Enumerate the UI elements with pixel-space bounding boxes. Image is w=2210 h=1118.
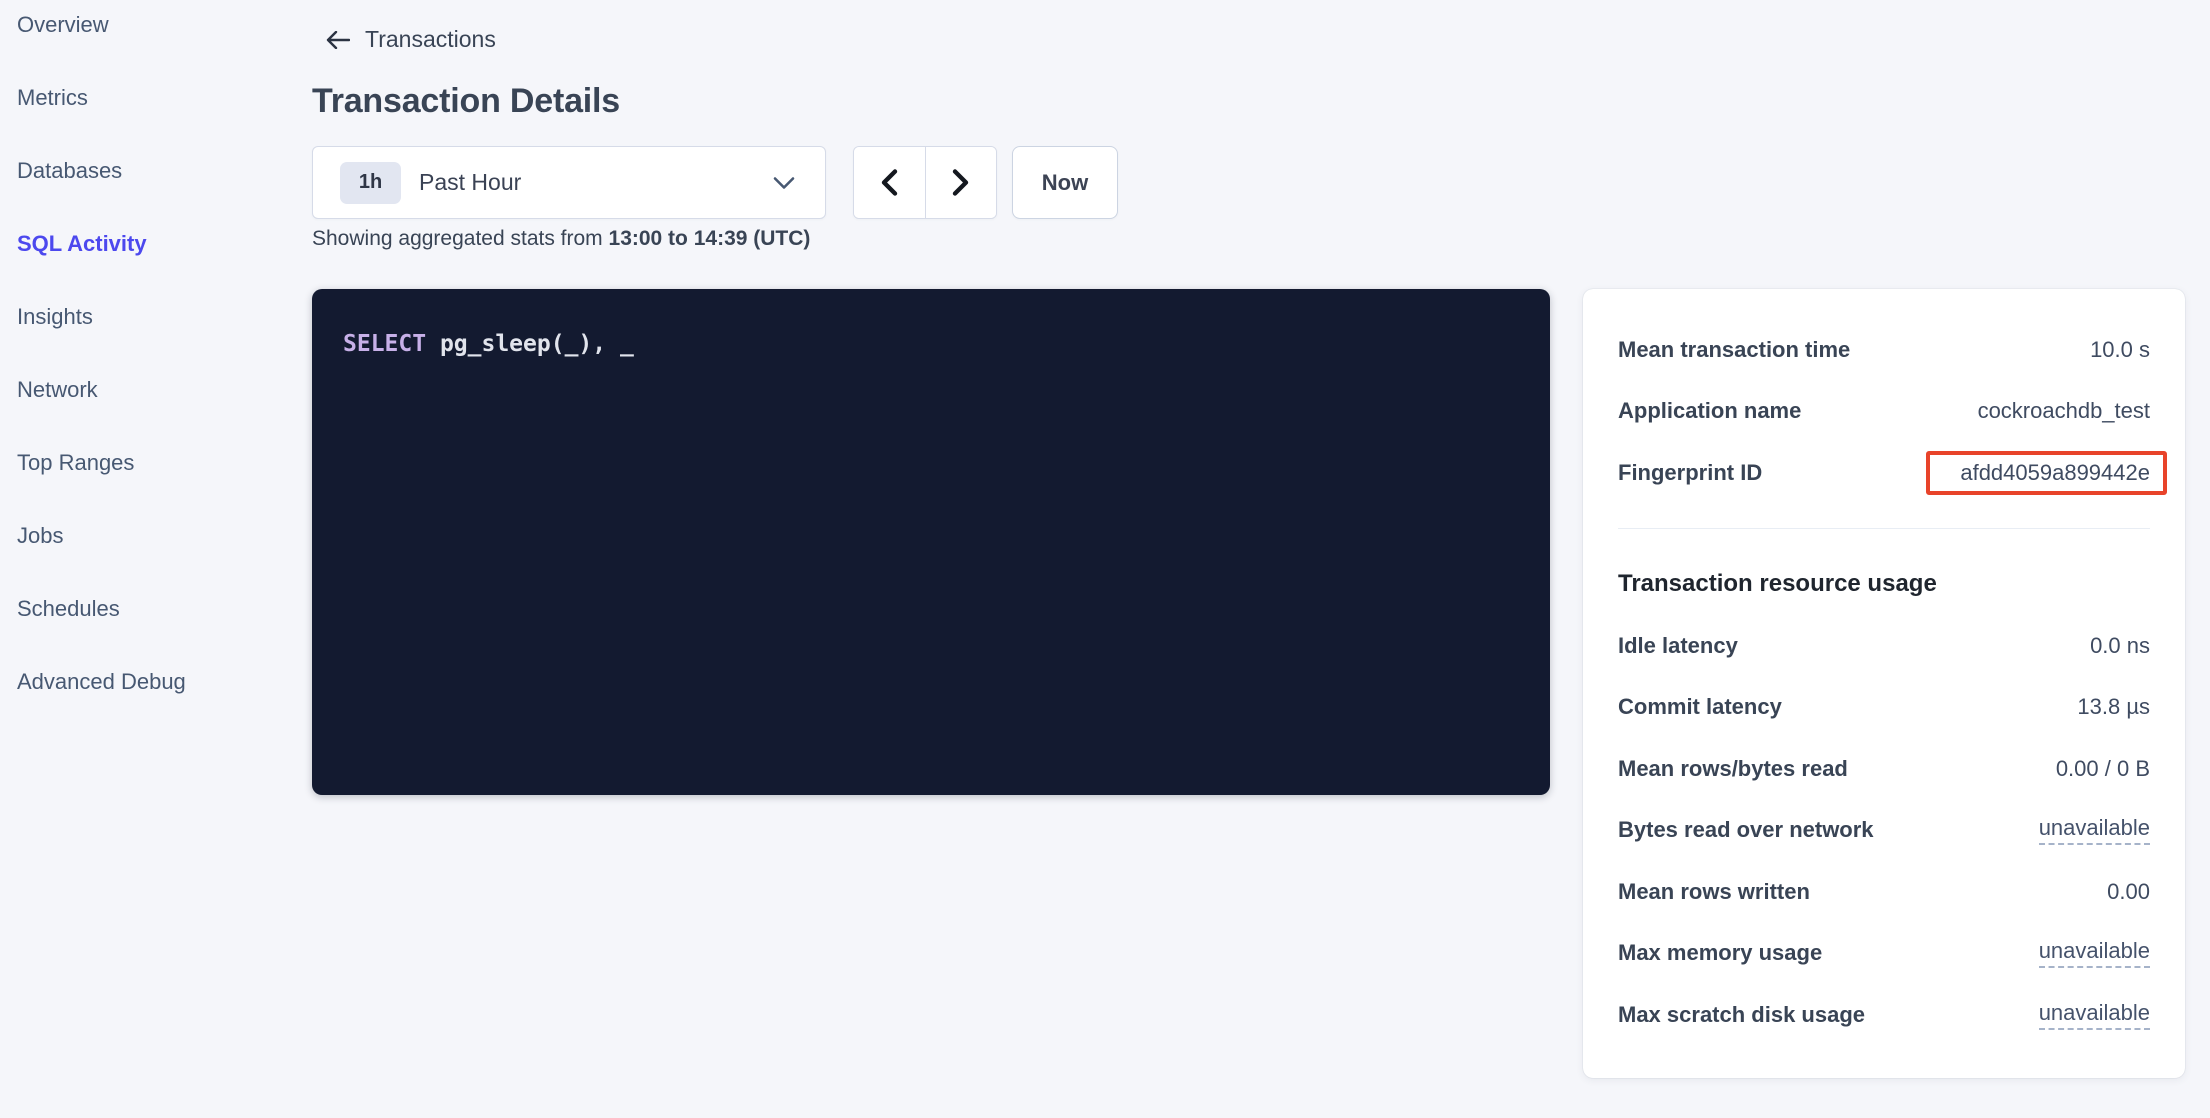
stat-label-commit-latency: Commit latency bbox=[1618, 694, 1782, 720]
stat-row-bytes-read-over-network: Bytes read over network unavailable bbox=[1618, 800, 2150, 862]
transaction-summary-card: Mean transaction time 10.0 s Application… bbox=[1583, 289, 2185, 1078]
sidebar-item-advanced-debug[interactable]: Advanced Debug bbox=[0, 645, 295, 718]
previous-range-button[interactable] bbox=[854, 147, 926, 218]
time-range-dropdown[interactable]: 1h Past Hour bbox=[312, 146, 826, 219]
sql-keyword: SELECT bbox=[343, 331, 426, 357]
aggregation-period-prefix: Showing aggregated stats from bbox=[312, 227, 609, 250]
stat-label-mean-rows-written: Mean rows written bbox=[1618, 879, 1810, 905]
stat-row-max-scratch-disk-usage: Max scratch disk usage unavailable bbox=[1618, 984, 2150, 1046]
stat-row-mean-rows-bytes-read: Mean rows/bytes read 0.00 / 0 B bbox=[1618, 738, 2150, 800]
sidebar-item-overview[interactable]: Overview bbox=[0, 0, 295, 61]
sql-statement-box: SELECT pg_sleep(_), _ bbox=[312, 289, 1550, 795]
sql-statement: SELECT pg_sleep(_), _ bbox=[343, 329, 1519, 359]
aggregation-period-range: 13:00 to 14:39 (UTC) bbox=[609, 227, 811, 250]
chevron-right-icon bbox=[952, 169, 969, 196]
now-button[interactable]: Now bbox=[1012, 146, 1118, 219]
sidebar-item-jobs[interactable]: Jobs bbox=[0, 499, 295, 572]
fingerprint-id-highlight-box: afdd4059a899442e bbox=[1926, 451, 2167, 495]
card-divider bbox=[1618, 528, 2150, 529]
stat-value-commit-latency: 13.8 µs bbox=[2077, 694, 2150, 720]
stat-label-application-name: Application name bbox=[1618, 398, 1801, 424]
back-arrow-icon[interactable] bbox=[326, 31, 350, 49]
stat-row-mean-transaction-time: Mean transaction time 10.0 s bbox=[1618, 319, 2150, 381]
stat-label-max-scratch-disk-usage: Max scratch disk usage bbox=[1618, 1002, 1865, 1028]
sql-statement-text: pg_sleep(_), _ bbox=[426, 331, 634, 357]
next-range-button[interactable] bbox=[926, 147, 997, 218]
stat-value-mean-transaction-time: 10.0 s bbox=[2090, 337, 2150, 363]
sidebar-item-top-ranges[interactable]: Top Ranges bbox=[0, 426, 295, 499]
sidebar-item-databases[interactable]: Databases bbox=[0, 134, 295, 207]
page-title: Transaction Details bbox=[312, 82, 620, 121]
resource-usage-rows: Idle latency 0.0 ns Commit latency 13.8 … bbox=[1618, 615, 2150, 1046]
sidebar-item-sql-activity[interactable]: SQL Activity bbox=[0, 207, 295, 280]
time-range-label: Past Hour bbox=[419, 169, 521, 196]
stat-value-bytes-read-over-network[interactable]: unavailable bbox=[2039, 815, 2150, 845]
stat-label-max-memory-usage: Max memory usage bbox=[1618, 940, 1822, 966]
sidebar-item-insights[interactable]: Insights bbox=[0, 280, 295, 353]
chevron-left-icon bbox=[881, 169, 898, 196]
transaction-overview-rows: Mean transaction time 10.0 s Application… bbox=[1618, 319, 2150, 504]
resource-usage-heading: Transaction resource usage bbox=[1618, 570, 1937, 598]
stat-label-mean-rows-bytes-read: Mean rows/bytes read bbox=[1618, 756, 1848, 782]
stat-label-idle-latency: Idle latency bbox=[1618, 633, 1738, 659]
stat-value-idle-latency: 0.0 ns bbox=[2090, 633, 2150, 659]
sidebar-item-schedules[interactable]: Schedules bbox=[0, 572, 295, 645]
stat-label-mean-transaction-time: Mean transaction time bbox=[1618, 337, 1850, 363]
aggregation-period-text: Showing aggregated stats from 13:00 to 1… bbox=[312, 227, 810, 251]
stat-row-max-memory-usage: Max memory usage unavailable bbox=[1618, 923, 2150, 985]
sidebar-item-metrics[interactable]: Metrics bbox=[0, 61, 295, 134]
stat-value-mean-rows-written: 0.00 bbox=[2107, 879, 2150, 905]
chevron-down-icon bbox=[773, 176, 795, 189]
stat-value-mean-rows-bytes-read: 0.00 / 0 B bbox=[2056, 756, 2150, 782]
stat-row-idle-latency: Idle latency 0.0 ns bbox=[1618, 615, 2150, 677]
stat-row-mean-rows-written: Mean rows written 0.00 bbox=[1618, 861, 2150, 923]
time-nav-buttons bbox=[853, 146, 997, 219]
sidebar-item-network[interactable]: Network bbox=[0, 353, 295, 426]
stat-row-application-name: Application name cockroachdb_test bbox=[1618, 381, 2150, 443]
stat-row-fingerprint-id: Fingerprint ID afdd4059a899442e bbox=[1618, 442, 2150, 504]
stat-row-commit-latency: Commit latency 13.8 µs bbox=[1618, 677, 2150, 739]
time-range-badge: 1h bbox=[340, 162, 401, 204]
breadcrumb[interactable]: Transactions bbox=[326, 26, 496, 53]
stat-label-bytes-read-over-network: Bytes read over network bbox=[1618, 817, 1874, 843]
stat-label-fingerprint-id: Fingerprint ID bbox=[1618, 460, 1762, 486]
stat-value-max-scratch-disk-usage[interactable]: unavailable bbox=[2039, 1000, 2150, 1030]
transaction-details-page: Overview Metrics Databases SQL Activity … bbox=[0, 0, 2210, 1118]
breadcrumb-label[interactable]: Transactions bbox=[365, 26, 496, 53]
sidebar: Overview Metrics Databases SQL Activity … bbox=[0, 0, 295, 718]
stat-value-application-name: cockroachdb_test bbox=[1978, 398, 2150, 424]
stat-value-max-memory-usage[interactable]: unavailable bbox=[2039, 938, 2150, 968]
